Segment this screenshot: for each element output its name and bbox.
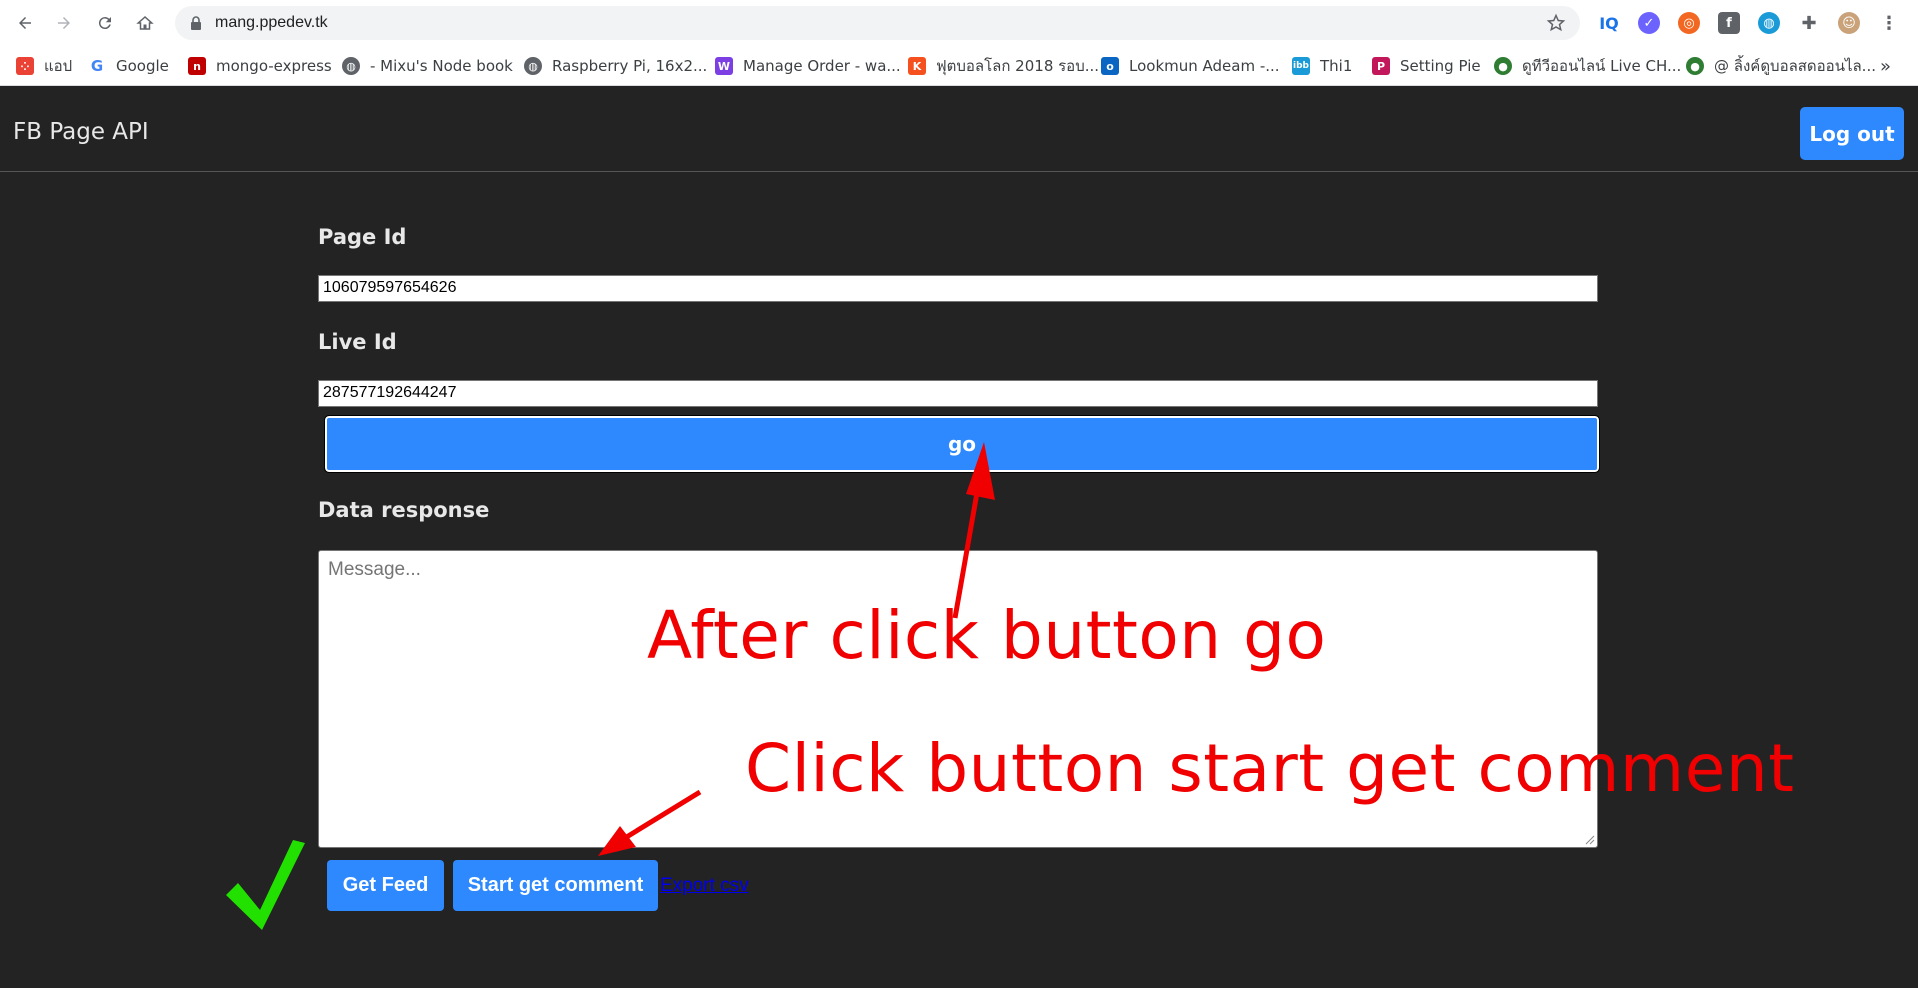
globe-icon: ◍ xyxy=(524,57,542,75)
bookmark-mongo-express[interactable]: n mongo-express xyxy=(188,54,332,78)
globe-extension-icon[interactable]: ◍ xyxy=(1758,12,1780,34)
app-navbar: FB Page API Log out xyxy=(0,87,1918,172)
export-csv-link[interactable]: Export csv xyxy=(660,875,749,897)
reload-icon[interactable] xyxy=(93,11,117,35)
bookmark-google[interactable]: G Google xyxy=(88,54,169,78)
bookmark-setting-pie[interactable]: P Setting Pie xyxy=(1372,54,1481,78)
bookmark-live-tv[interactable]: ● ดูทีวีออนไลน์ Live CH... xyxy=(1494,54,1681,78)
back-icon[interactable] xyxy=(13,11,37,35)
annotation-after-click-go: After click button go xyxy=(647,597,1327,674)
lock-icon xyxy=(191,16,201,30)
bookmarks-bar: ⁘ แอป G Google n mongo-express ◍ - Mixu's No… xyxy=(0,46,1918,86)
start-get-comment-button[interactable]: Start get comment xyxy=(453,860,658,911)
annotation-click-start-comment: Click button start get comment xyxy=(745,730,1795,807)
green-checkmark-icon xyxy=(226,840,305,930)
url-text: mang.ppedev.tk xyxy=(215,14,328,31)
profile-avatar[interactable]: ☺ xyxy=(1838,12,1860,34)
brand-title[interactable]: FB Page API xyxy=(13,119,149,145)
home-icon[interactable] xyxy=(133,11,157,35)
lifebuoy-extension-icon[interactable]: ◎ xyxy=(1678,12,1700,34)
get-feed-button[interactable]: Get Feed xyxy=(327,860,444,911)
bookmark-raspberry-pi[interactable]: ◍ Raspberry Pi, 16x2... xyxy=(524,54,707,78)
tv-icon: ● xyxy=(1494,57,1512,75)
ibb-icon: ibb xyxy=(1292,57,1310,75)
bookmark-lookmun-adeam[interactable]: o Lookmun Adeam -... xyxy=(1101,54,1280,78)
outlook-icon: o xyxy=(1101,57,1119,75)
iq-extension-icon[interactable]: IQ xyxy=(1598,12,1620,34)
logout-button[interactable]: Log out xyxy=(1800,107,1904,160)
forward-icon[interactable] xyxy=(52,11,76,35)
bookmark-apps[interactable]: ⁘ แอป xyxy=(16,54,72,78)
wap-icon: W xyxy=(715,57,733,75)
bookmark-manage-order[interactable]: W Manage Order - wa... xyxy=(715,54,901,78)
bookmark-football-world-cup[interactable]: K ฟุตบอลโลก 2018 รอบ... xyxy=(908,54,1099,78)
apps-grid-icon: ⁘ xyxy=(16,57,34,75)
puzzle-extensions-icon[interactable]: ✚ xyxy=(1798,12,1820,34)
mongo-express-icon: n xyxy=(188,57,206,75)
bookmark-live-football[interactable]: ● @ ลิ้งค์ดูบอลสดออนไล... xyxy=(1686,54,1876,78)
checkmark-extension-icon[interactable]: ✓ xyxy=(1638,12,1660,34)
google-icon: G xyxy=(88,57,106,75)
bookmark-star-icon[interactable] xyxy=(1546,13,1566,33)
bookmark-mixu-node-book[interactable]: ◍ - Mixu's Node book xyxy=(342,54,513,78)
resize-grip-icon[interactable] xyxy=(1585,835,1595,845)
tv-icon: ● xyxy=(1686,57,1704,75)
k-icon: K xyxy=(908,57,926,75)
browser-toolbar: mang.ppedev.tk IQ ✓ ◎ f ◍ ✚ ☺ ⋮ xyxy=(0,0,1918,46)
facebook-extension-icon[interactable]: f xyxy=(1718,12,1740,34)
pie-icon: P xyxy=(1372,57,1390,75)
bookmark-thi1[interactable]: ibb Thi1 xyxy=(1292,54,1352,78)
live-id-label: Live Id xyxy=(318,330,397,354)
data-response-label: Data response xyxy=(318,498,490,522)
page-id-input[interactable]: 106079597654626 xyxy=(318,275,1598,302)
live-id-input[interactable]: 287577192644247 xyxy=(318,380,1598,407)
globe-icon: ◍ xyxy=(342,57,360,75)
page-id-label: Page Id xyxy=(318,225,407,249)
message-placeholder: Message... xyxy=(328,559,421,580)
bookmarks-overflow-icon[interactable]: » xyxy=(1880,54,1891,78)
menu-kebab-icon[interactable]: ⋮ xyxy=(1878,12,1900,34)
address-bar[interactable]: mang.ppedev.tk xyxy=(175,6,1580,40)
go-button[interactable]: go xyxy=(324,415,1600,473)
